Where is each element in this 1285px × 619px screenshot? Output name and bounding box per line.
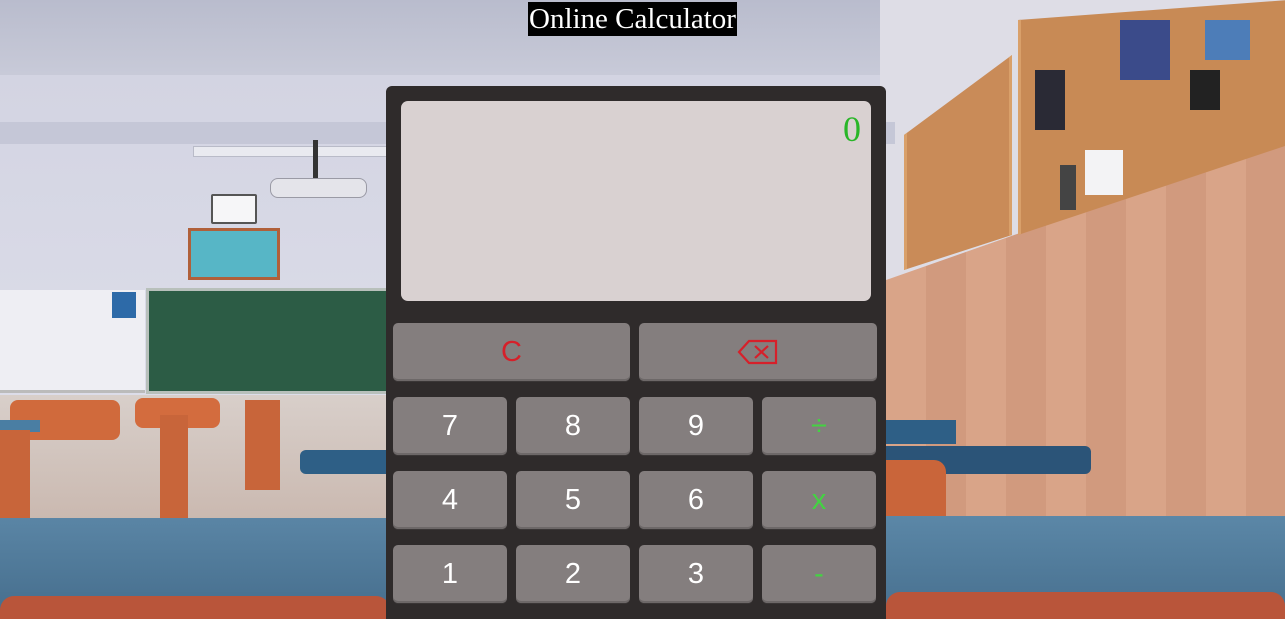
digit-1-button[interactable]: 1 — [393, 545, 507, 603]
pinned-photo — [1205, 20, 1250, 60]
calculator: 0 C 7 8 9 ÷ 4 5 6 x 1 2 3 - — [386, 86, 886, 619]
multiply-button[interactable]: x — [762, 471, 876, 529]
ceiling-light — [193, 146, 395, 157]
digit-8-button[interactable]: 8 — [516, 397, 630, 455]
digit-5-button[interactable]: 5 — [516, 471, 630, 529]
pinned-photo — [1120, 20, 1170, 80]
pinned-photo — [1060, 165, 1076, 210]
pinned-photo — [1190, 70, 1220, 110]
chalkboard — [146, 288, 397, 394]
desk — [886, 420, 956, 444]
front-chair — [886, 592, 1285, 619]
pinned-photo — [1035, 70, 1065, 130]
chair — [886, 460, 946, 520]
wall-box — [112, 292, 136, 318]
digit-3-button[interactable]: 3 — [639, 545, 753, 603]
backspace-button[interactable] — [639, 323, 877, 381]
page-title: Online Calculator — [528, 2, 737, 36]
clear-button[interactable]: C — [393, 323, 630, 381]
pinned-note — [1085, 150, 1123, 195]
desk — [300, 450, 390, 474]
calculator-display: 0 — [401, 101, 871, 301]
digit-6-button[interactable]: 6 — [639, 471, 753, 529]
backspace-icon — [737, 339, 778, 365]
digit-4-button[interactable]: 4 — [393, 471, 507, 529]
desk-leg — [245, 400, 280, 490]
subtract-button[interactable]: - — [762, 545, 876, 603]
desk-leg — [160, 415, 188, 525]
projector — [270, 178, 367, 198]
divide-button[interactable]: ÷ — [762, 397, 876, 455]
display-value: 0 — [843, 109, 861, 149]
digit-7-button[interactable]: 7 — [393, 397, 507, 455]
wall-clock — [211, 194, 257, 224]
projector-mount — [313, 140, 318, 180]
wall-emblem — [188, 228, 280, 280]
digit-2-button[interactable]: 2 — [516, 545, 630, 603]
front-chair — [0, 596, 390, 619]
digit-9-button[interactable]: 9 — [639, 397, 753, 455]
